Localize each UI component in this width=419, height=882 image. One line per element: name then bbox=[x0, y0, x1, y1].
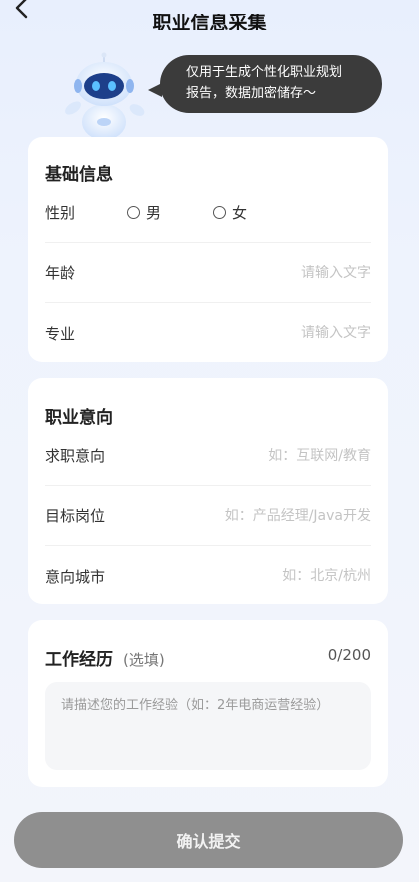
radio-circle-icon bbox=[213, 206, 227, 219]
target-position-row: 目标岗位 bbox=[45, 486, 371, 546]
major-input[interactable] bbox=[151, 325, 371, 341]
target-city-row: 意向城市 bbox=[45, 546, 371, 606]
basic-info-title: 基础信息 bbox=[45, 165, 113, 185]
tip-line-1: 仅用于生成个性化职业规划 bbox=[186, 65, 343, 80]
career-intention-card: 职业意向 求职意向 目标岗位 意向城市 bbox=[28, 378, 388, 604]
tip-bubble: 仅用于生成个性化职业规划 报告，数据加密储存～ bbox=[160, 55, 382, 113]
age-label: 年龄 bbox=[45, 264, 76, 282]
major-label: 专业 bbox=[45, 324, 76, 343]
radio-circle-icon bbox=[127, 206, 140, 219]
tip-line-2: 报告，数据加密储存～ bbox=[186, 86, 317, 101]
gender-male-radio[interactable]: 男 bbox=[127, 202, 161, 223]
header: 职业信息采集 bbox=[0, 0, 419, 30]
back-button[interactable] bbox=[8, 0, 36, 22]
submit-button[interactable]: 确认提交 bbox=[14, 812, 403, 868]
page-title: 职业信息采集 bbox=[152, 14, 267, 30]
target-city-input[interactable] bbox=[151, 568, 371, 584]
job-intention-row: 求职意向 bbox=[45, 426, 371, 486]
age-row: 年龄 bbox=[45, 243, 371, 303]
gender-female-label: 女 bbox=[232, 204, 248, 222]
job-intention-input[interactable] bbox=[151, 447, 371, 464]
basic-info-card: 基础信息 性别 男 女 年龄 专业 bbox=[28, 137, 388, 362]
target-position-input[interactable] bbox=[151, 507, 371, 524]
work-experience-title: 工作经历 bbox=[45, 650, 113, 670]
gender-radio-group: 男 女 bbox=[127, 202, 299, 223]
robot-mascot-icon bbox=[65, 52, 145, 140]
optional-hint: (选填) bbox=[123, 651, 165, 669]
gender-row: 性别 男 女 bbox=[45, 183, 371, 243]
work-experience-card: 工作经历 (选填) 0/200 bbox=[28, 620, 388, 787]
age-input[interactable] bbox=[151, 264, 371, 281]
target-position-label: 目标岗位 bbox=[45, 507, 106, 525]
gender-female-radio[interactable]: 女 bbox=[213, 202, 247, 223]
job-intention-label: 求职意向 bbox=[45, 447, 106, 465]
gender-label: 性别 bbox=[45, 204, 76, 222]
work-experience-textarea[interactable] bbox=[45, 682, 371, 770]
career-intention-title: 职业意向 bbox=[45, 408, 113, 428]
char-counter: 0/200 bbox=[327, 646, 371, 664]
work-experience-header: 工作经历 (选填) bbox=[45, 645, 165, 670]
gender-male-label: 男 bbox=[146, 204, 162, 222]
chevron-left-icon bbox=[15, 0, 28, 19]
target-city-label: 意向城市 bbox=[45, 567, 106, 586]
hero-banner: 仅用于生成个性化职业规划 报告，数据加密储存～ bbox=[0, 40, 419, 140]
major-row: 专业 bbox=[45, 303, 371, 363]
